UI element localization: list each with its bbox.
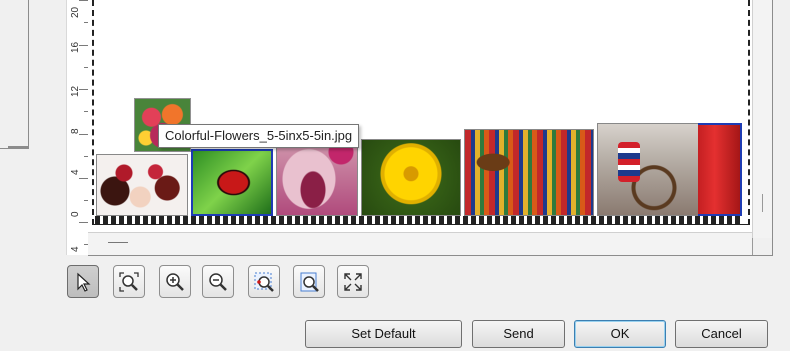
vertical-scrollbar-grip[interactable] (762, 194, 763, 212)
ruler-label: 0 (70, 211, 81, 217)
canvas-frame-right (772, 0, 773, 256)
ok-button[interactable]: OK (574, 320, 666, 348)
ruler-label: 4 (70, 169, 81, 175)
ruler-label: 4 (70, 246, 81, 252)
zoom-in-icon (166, 272, 184, 291)
zoom-selection-icon (254, 272, 274, 292)
ruler-label: 12 (70, 85, 81, 97)
zoom-fit-icon (119, 271, 139, 292)
horizontal-scrollbar-grip[interactable] (108, 242, 128, 243)
canvas-frame-bottom (88, 255, 772, 256)
side-panel-edge (0, 0, 29, 149)
photo-ladybug[interactable] (191, 149, 273, 216)
zoom-in-button[interactable] (159, 265, 191, 298)
ruler-label: 8 (70, 128, 81, 134)
zoom-page-icon (300, 272, 319, 292)
vertical-ruler: 20 16 12 8 4 0 4 (66, 0, 90, 255)
select-tool-button[interactable] (67, 265, 99, 298)
send-button[interactable]: Send (472, 320, 565, 348)
ruler-label: 16 (70, 41, 81, 53)
bunting-flag-detail (618, 142, 640, 182)
zoom-selection-button[interactable] (248, 265, 280, 298)
photo-woman-hair[interactable] (96, 154, 188, 216)
horizontal-scrollbar[interactable] (88, 232, 752, 255)
photo-yellow-dandelion[interactable] (361, 139, 461, 216)
page-bottom-margin-line (95, 216, 743, 224)
fullscreen-icon (344, 272, 362, 291)
zoom-page-button[interactable] (293, 265, 325, 298)
cancel-button[interactable]: Cancel (675, 320, 768, 348)
photo-red-car[interactable] (698, 123, 742, 216)
photo-ferris-wheel[interactable] (597, 123, 699, 216)
zoom-out-icon (209, 272, 227, 291)
photo-hat-fabrics[interactable] (464, 129, 594, 216)
pointer-icon (77, 272, 91, 292)
side-panel-corner (8, 146, 28, 148)
filename-tooltip: Colorful-Flowers_5-5inx5-5in.jpg (158, 124, 360, 148)
ruler-label: 20 (70, 6, 81, 18)
set-default-button[interactable]: Set Default (305, 320, 462, 348)
zoom-fit-button[interactable] (113, 265, 145, 298)
fullscreen-button[interactable] (337, 265, 369, 298)
zoom-out-button[interactable] (202, 265, 234, 298)
